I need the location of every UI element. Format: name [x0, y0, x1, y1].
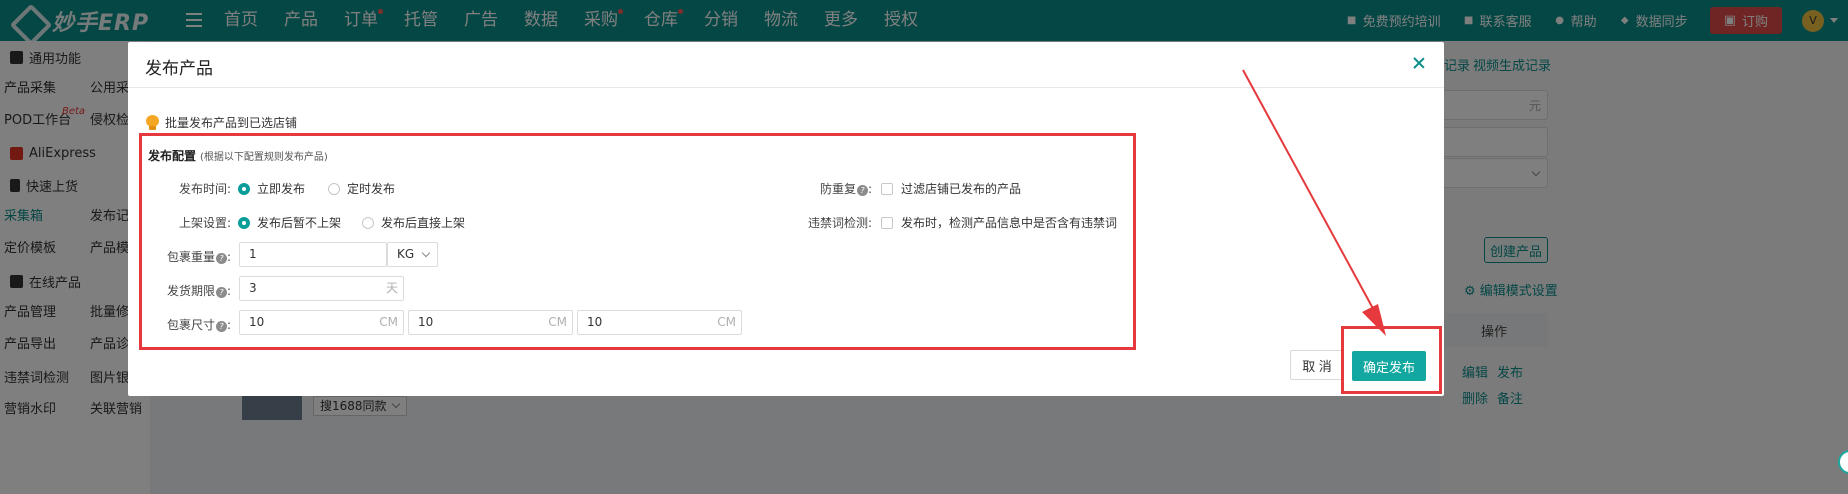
annotation-arrow — [1242, 69, 1386, 336]
